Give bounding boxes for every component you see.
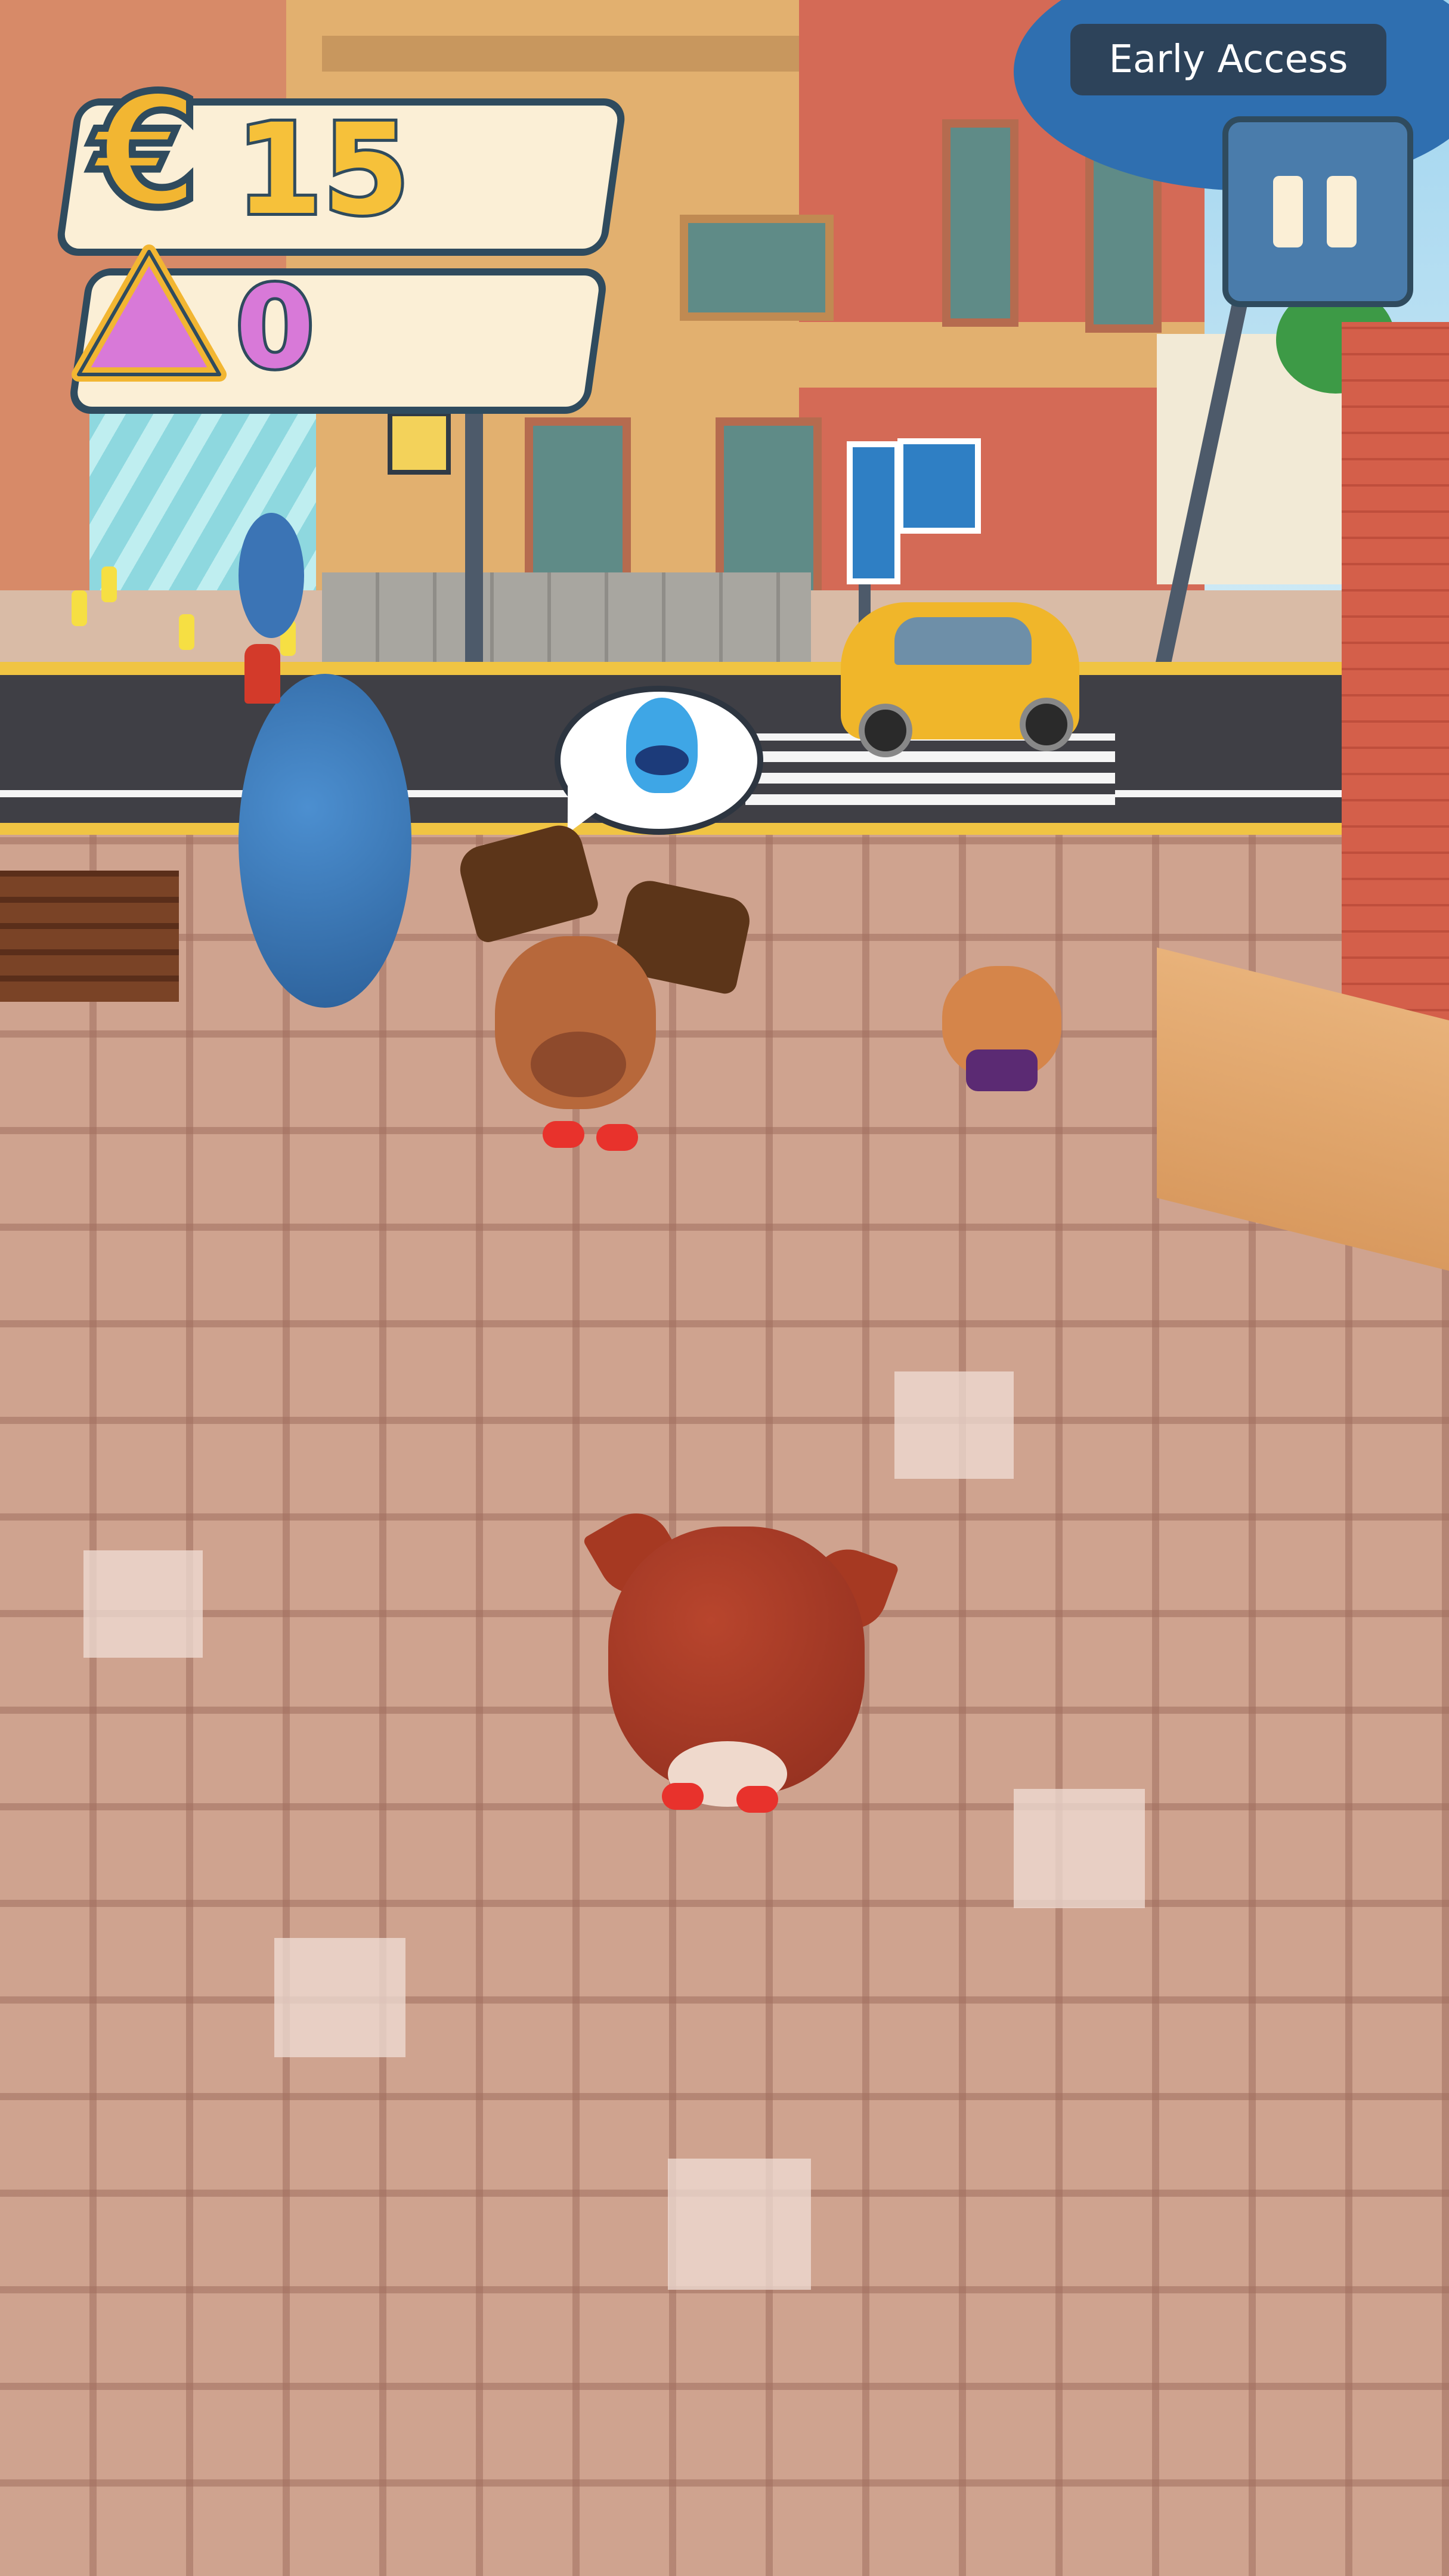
crosswalk-sign: [897, 438, 981, 534]
blue-topiary: [239, 513, 304, 638]
floor-tile: [1014, 1789, 1145, 1908]
window: [942, 119, 1018, 327]
moose-shoe: [596, 1124, 638, 1151]
pause-icon: [1273, 176, 1303, 247]
brick-pillar: [1342, 322, 1449, 1061]
curb: [0, 823, 1449, 836]
fire-hydrant: [244, 644, 280, 704]
player-shoe: [662, 1783, 704, 1810]
pause-button[interactable]: [1222, 116, 1413, 307]
floor-tile: [274, 1938, 405, 2057]
crosswalk-sign: [847, 441, 900, 584]
car-window: [894, 617, 1032, 665]
park-bench: [0, 871, 179, 1002]
euro-currency-icon: €: [89, 62, 204, 242]
blue-topiary: [239, 674, 411, 1008]
pause-icon: [1327, 176, 1357, 247]
street-lamp: [388, 411, 451, 475]
car-wheel: [1020, 698, 1073, 751]
moose-snout: [531, 1032, 626, 1097]
bird-beak: [635, 745, 689, 775]
coin-pickup: [101, 566, 117, 602]
car-wheel: [859, 704, 912, 757]
player-shoe: [736, 1786, 778, 1813]
coin-pickup: [72, 590, 87, 626]
bull-shirt: [966, 1049, 1038, 1091]
floor-tile: [894, 1371, 1014, 1479]
triangle-count: 0: [233, 259, 317, 397]
curb: [0, 662, 1449, 675]
early-access-badge: Early Access: [1070, 24, 1386, 95]
floor-tile: [668, 2159, 811, 2290]
triangle-icon: [72, 244, 227, 382]
building-cornice: [322, 36, 835, 72]
window: [680, 215, 834, 321]
moose-shoe: [543, 1121, 584, 1148]
floor-tile: [83, 1550, 203, 1658]
coin-count: 15: [233, 97, 413, 243]
coin-pickup: [179, 614, 194, 650]
